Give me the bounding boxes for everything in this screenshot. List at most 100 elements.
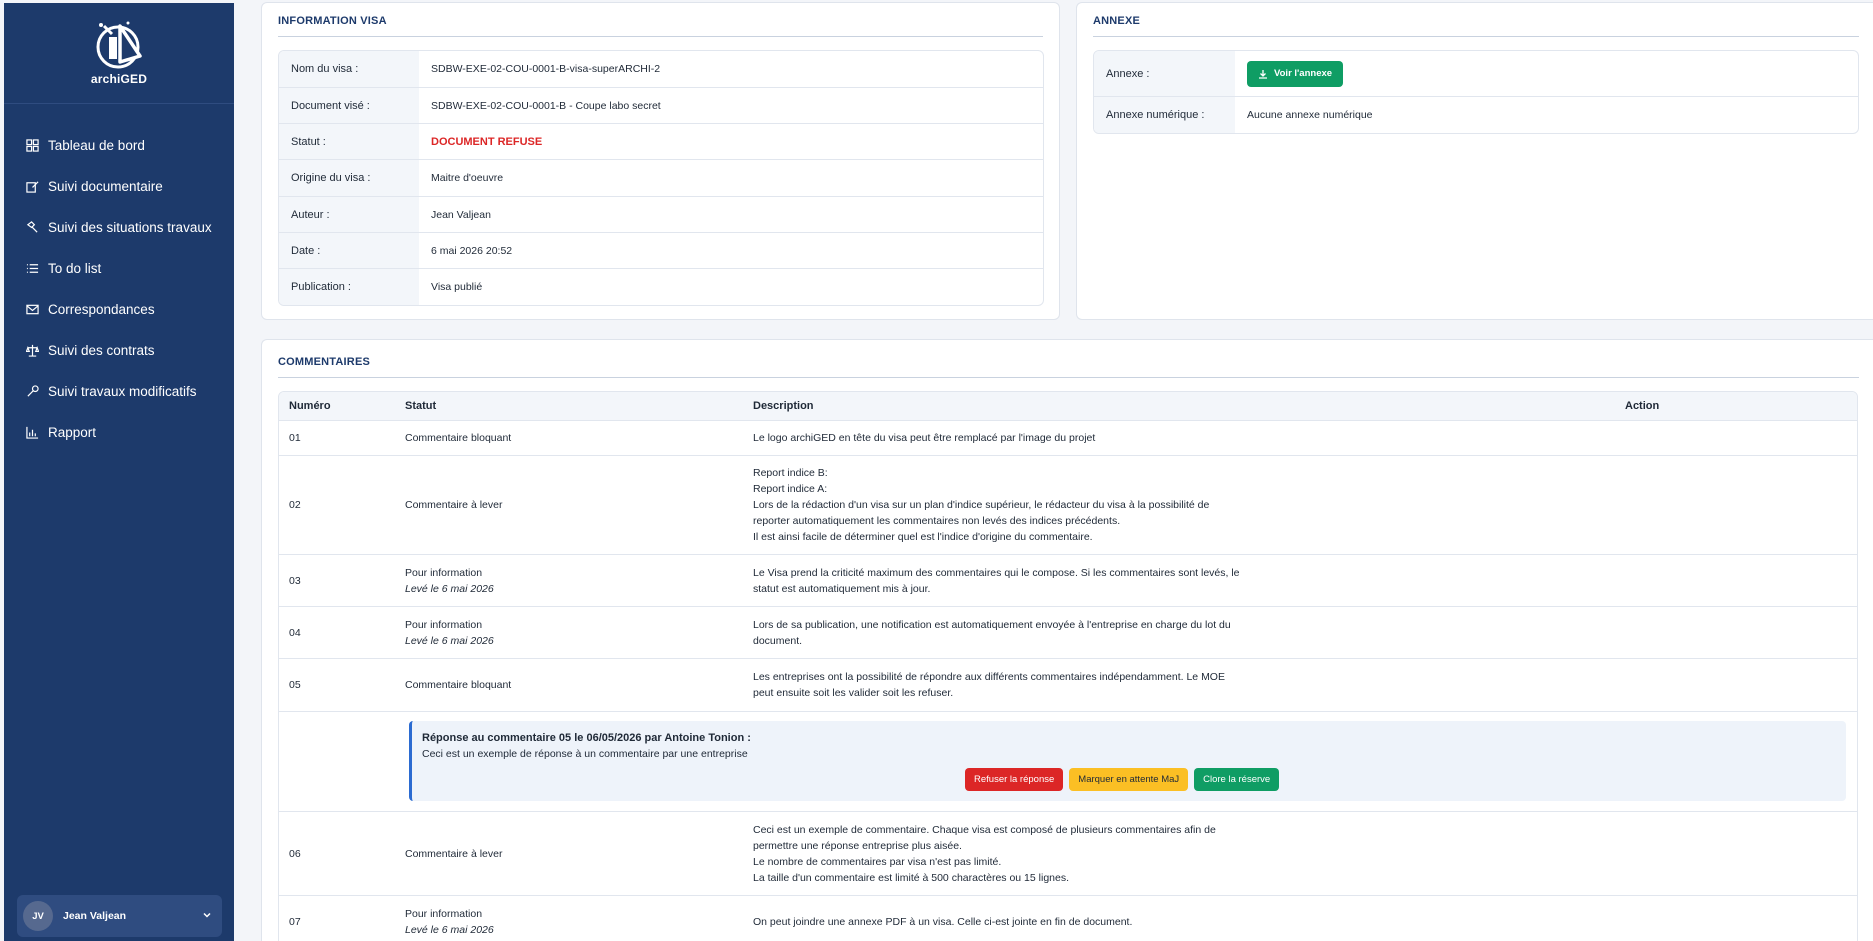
statut-text: Commentaire à lever	[405, 847, 503, 860]
card-title: ANNEXE	[1093, 15, 1141, 27]
cell-description: On peut joindre une annexe PDF à un visa…	[753, 896, 1625, 941]
refuse-reply-button[interactable]: Refuser la réponse	[965, 768, 1064, 791]
mark-pending-button[interactable]: Marquer en attente MaJ	[1069, 768, 1189, 791]
description-line: Le Visa prend la criticité maximum des c…	[753, 566, 1240, 579]
description-line: Ceci est un exemple de commentaire. Chaq…	[753, 823, 1216, 836]
info-value: Visa publié	[431, 281, 483, 293]
cell-statut: Commentaire à lever	[405, 812, 753, 895]
sidebar-item-label: Suivi travaux modificatifs	[48, 384, 197, 399]
cell-description: Le Visa prend la criticité maximum des c…	[753, 555, 1625, 606]
cell-description: Ceci est un exemple de commentaire. Chaq…	[753, 812, 1625, 895]
header-numero: Numéro	[289, 400, 331, 412]
info-value: Maitre d'oeuvre	[431, 172, 504, 184]
statut-text: Pour information	[405, 907, 483, 920]
cell-statut: Commentaire bloquant	[405, 421, 753, 455]
info-label: Statut :	[279, 124, 419, 159]
table-row: 04 Pour information Levé le 6 mai 2026 L…	[279, 607, 1857, 659]
leve-date: Levé le 6 mai 2026	[405, 582, 494, 595]
description-line: Il est ainsi facile de déterminer quel e…	[753, 531, 1093, 543]
statut-text: Pour information	[405, 566, 483, 579]
annexe-card: ANNEXE Annexe : Voir l'annexe Annexe num…	[1076, 2, 1873, 320]
cell-num: 02	[289, 499, 301, 511]
info-value: Aucune annexe numérique	[1247, 109, 1373, 121]
table-row: 03 Pour information Levé le 6 mai 2026 L…	[279, 555, 1857, 607]
voir-annexe-button[interactable]: Voir l'annexe	[1247, 60, 1344, 87]
sidebar-item-correspondances[interactable]: Correspondances	[4, 289, 234, 330]
sidebar-item-label: Correspondances	[48, 302, 155, 317]
sidebar-nav: Tableau de bord Suivi documentaire Suivi…	[4, 125, 234, 453]
cell-statut: Commentaire bloquant	[405, 659, 753, 711]
info-label: Nom du visa :	[279, 51, 419, 87]
description-line: permettre une réponse entreprise plus ai…	[753, 839, 962, 852]
cell-description: Le logo archiGED en tête du visa peut êt…	[753, 421, 1625, 455]
sidebar-item-suivi-documentaire[interactable]: Suivi documentaire	[4, 166, 234, 207]
cell-action	[1625, 555, 1857, 606]
info-label: Document visé :	[279, 88, 419, 123]
description-line: Le nombre de commentaires par visa n'est…	[753, 855, 1002, 868]
sidebar-item-suivi-travaux-modificatifs[interactable]: Suivi travaux modificatifs	[4, 371, 234, 412]
description-line: Lors de sa publication, une notification…	[753, 618, 1231, 631]
cell-num: 07	[289, 915, 301, 928]
cell-num: 04	[289, 626, 301, 639]
cell-description: Report indice B: Report indice A: Lors d…	[753, 456, 1625, 554]
cell-num: 06	[289, 847, 301, 860]
cell-action	[1625, 812, 1857, 895]
info-label: Annexe numérique :	[1094, 97, 1235, 133]
info-value: SDBW-EXE-02-COU-0001-B-visa-superARCHI-2	[431, 63, 661, 75]
sidebar-item-tableau-de-bord[interactable]: Tableau de bord	[4, 125, 234, 166]
leve-date: Levé le 6 mai 2026	[405, 923, 494, 936]
sidebar-item-suivi-contrats[interactable]: Suivi des contrats	[4, 330, 234, 371]
description-line: peut ensuite soit les valider soit les r…	[753, 687, 954, 699]
commentaires-table: Numéro Statut Description Action 01 Comm…	[278, 391, 1858, 941]
reply-row: Réponse au commentaire 05 le 06/05/2026 …	[279, 712, 1857, 812]
sidebar-item-suivi-situations-travaux[interactable]: Suivi des situations travaux	[4, 207, 234, 248]
sidebar-item-to-do-list[interactable]: To do list	[4, 248, 234, 289]
statut-text: Commentaire bloquant	[405, 432, 512, 444]
edit-doc-icon	[26, 180, 39, 193]
close-reserve-button[interactable]: Clore la réserve	[1194, 768, 1280, 791]
divider	[278, 377, 1859, 378]
list-icon	[26, 262, 39, 275]
info-row-publication: Publication : Visa publié	[279, 269, 1043, 305]
description-line: On peut joindre une annexe PDF à un visa…	[753, 915, 1133, 928]
reply-text: Ceci est un exemple de réponse à un comm…	[422, 748, 748, 760]
chevron-down-icon[interactable]	[202, 907, 212, 925]
description-line: document.	[753, 634, 803, 647]
commentaires-card: COMMENTAIRES Numéro Statut Description A…	[261, 339, 1873, 941]
cell-num: 01	[289, 432, 301, 444]
info-label: Annexe :	[1094, 51, 1235, 96]
table-row: 01 Commentaire bloquant Le logo archiGED…	[279, 421, 1857, 456]
info-label: Auteur :	[279, 197, 419, 232]
info-row-date: Date : 6 mai 2026 20:52	[279, 233, 1043, 269]
cell-action	[1625, 421, 1857, 455]
statut-text: Commentaire à lever	[405, 499, 503, 511]
reply-actions: Refuser la réponse Marquer en attente Ma…	[965, 768, 1280, 791]
cell-description: Les entreprises ont la possibilité de ré…	[753, 659, 1625, 711]
logo[interactable]: archiGED	[4, 3, 234, 104]
card-title: INFORMATION VISA	[278, 15, 387, 27]
bar-chart-icon	[26, 426, 39, 439]
sidebar-item-rapport[interactable]: Rapport	[4, 412, 234, 453]
description-line: Report indice A:	[753, 483, 828, 495]
info-row-statut: Statut : DOCUMENT REFUSE	[279, 124, 1043, 160]
info-label: Publication :	[279, 269, 419, 305]
sidebar-item-label: To do list	[48, 261, 102, 276]
reply-box: Réponse au commentaire 05 le 06/05/2026 …	[409, 721, 1846, 801]
info-visa-table: Nom du visa : SDBW-EXE-02-COU-0001-B-vis…	[278, 50, 1044, 306]
user-menu[interactable]: JV Jean Valjean	[17, 895, 222, 937]
description-line: La taille d'un commentaire est limité à …	[753, 871, 1070, 884]
sidebar-item-label: Suivi des contrats	[48, 343, 155, 358]
user-name: Jean Valjean	[63, 910, 127, 922]
hammer-icon	[26, 221, 39, 234]
info-row-origine: Origine du visa : Maitre d'oeuvre	[279, 160, 1043, 197]
table-row: 05 Commentaire bloquant Les entreprises …	[279, 659, 1857, 712]
info-value: Voir l'annexe	[1235, 51, 1344, 96]
sidebar: archiGED Tableau de bord Suivi documenta…	[4, 3, 234, 941]
annexe-row: Annexe : Voir l'annexe	[1094, 51, 1858, 97]
info-row-nom: Nom du visa : SDBW-EXE-02-COU-0001-B-vis…	[279, 51, 1043, 88]
info-label: Origine du visa :	[279, 160, 419, 196]
button-label: Voir l'annexe	[1274, 68, 1333, 79]
table-row: 06 Commentaire à lever Ceci est un exemp…	[279, 812, 1857, 896]
cell-statut: Pour information Levé le 6 mai 2026	[405, 555, 753, 606]
divider	[278, 36, 1043, 37]
